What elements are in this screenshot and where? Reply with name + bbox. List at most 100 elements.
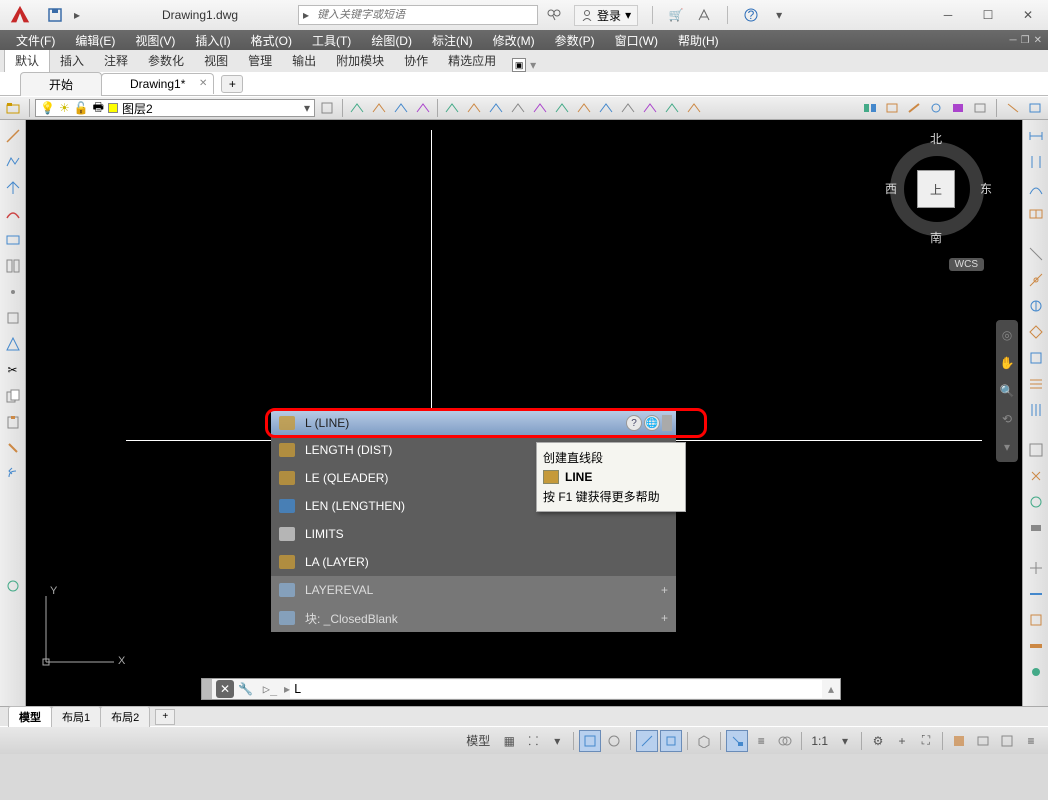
osnap-icon[interactable]: [636, 730, 658, 752]
ribbon-expand-icon[interactable]: ▣: [512, 58, 526, 72]
ribbon-tab-collab[interactable]: 协作: [394, 49, 438, 72]
toolbar-icon[interactable]: [1026, 99, 1044, 117]
draw-tool-icon[interactable]: [3, 282, 23, 302]
modify-tool-icon[interactable]: [1026, 558, 1046, 578]
mdi-restore-icon[interactable]: ❐: [1021, 35, 1030, 46]
modify-tool-icon[interactable]: [1026, 374, 1046, 394]
drawing-canvas[interactable]: 上 北 南 东 西 WCS ◎ ✋ 🔍 ⟲ ▾ L (LINE) ? 🌐: [26, 120, 1022, 706]
menu-format[interactable]: 格式(O): [241, 32, 302, 49]
layer-tool-icon[interactable]: [685, 99, 703, 117]
layer-tool-icon[interactable]: [465, 99, 483, 117]
draw-tool-icon[interactable]: [3, 334, 23, 354]
globe-icon[interactable]: 🌐: [644, 415, 660, 431]
layer-tool-icon[interactable]: [392, 99, 410, 117]
layer-tool-icon[interactable]: [414, 99, 432, 117]
3dosnap-icon[interactable]: [693, 730, 715, 752]
toolbar-icon[interactable]: [949, 99, 967, 117]
ribbon-tab-parametric[interactable]: 参数化: [138, 49, 194, 72]
undo-icon[interactable]: [3, 464, 23, 484]
expand-icon[interactable]: +: [661, 611, 668, 625]
viewcube-top[interactable]: 上: [917, 170, 955, 208]
menu-param[interactable]: 参数(P): [545, 32, 605, 49]
save-icon[interactable]: [46, 6, 64, 24]
modify-tool-icon[interactable]: [1026, 440, 1046, 460]
modify-tool-icon[interactable]: [1026, 610, 1046, 630]
nav-zoom-icon[interactable]: 🔍: [998, 382, 1016, 400]
command-input[interactable]: [290, 680, 822, 698]
layer-tool-icon[interactable]: [553, 99, 571, 117]
snap-icon[interactable]: ⸬: [522, 730, 544, 752]
mdi-minimize-icon[interactable]: ─: [1010, 35, 1017, 46]
layer-tool-icon[interactable]: [575, 99, 593, 117]
help-icon[interactable]: ?: [742, 6, 760, 24]
modify-tool-icon[interactable]: [1026, 400, 1046, 420]
draw-circle-icon[interactable]: [3, 178, 23, 198]
ribbon-tab-view[interactable]: 视图: [194, 49, 238, 72]
polar-icon[interactable]: [603, 730, 625, 752]
settings-icon[interactable]: 🔧: [238, 682, 256, 696]
toolbar-icon[interactable]: [971, 99, 989, 117]
search-box[interactable]: ▸: [298, 5, 538, 25]
modify-tool-icon[interactable]: [1026, 296, 1046, 316]
ribbon-tab-insert[interactable]: 插入: [50, 49, 94, 72]
search-input[interactable]: [313, 9, 537, 21]
hardware-icon[interactable]: [972, 730, 994, 752]
copy-icon[interactable]: [3, 386, 23, 406]
match-icon[interactable]: [3, 438, 23, 458]
annotation-scale[interactable]: 1:1: [807, 734, 832, 748]
draw-line-icon[interactable]: [3, 126, 23, 146]
menu-insert[interactable]: 插入(I): [185, 32, 240, 49]
menu-modify[interactable]: 修改(M): [483, 32, 545, 49]
layer-tool-icon[interactable]: [619, 99, 637, 117]
autocomplete-group[interactable]: LAYEREVAL+: [271, 576, 676, 604]
ribbon-tab-addins[interactable]: 附加模块: [326, 49, 394, 72]
layer-tool-icon[interactable]: [487, 99, 505, 117]
ribbon-tab-output[interactable]: 输出: [282, 49, 326, 72]
menu-edit[interactable]: 编辑(E): [65, 32, 125, 49]
autocomplete-group[interactable]: 块: _ClosedBlank+: [271, 604, 676, 632]
tool-icon[interactable]: [3, 576, 23, 596]
ribbon-dropdown-icon[interactable]: ▾: [530, 58, 536, 72]
layer-tool-icon[interactable]: [663, 99, 681, 117]
ortho-icon[interactable]: [579, 730, 601, 752]
menu-tools[interactable]: 工具(T): [302, 32, 361, 49]
history-dropdown-icon[interactable]: ▴: [822, 682, 840, 696]
layout-tab-layout1[interactable]: 布局1: [51, 706, 101, 727]
menu-view[interactable]: 视图(V): [125, 32, 185, 49]
draw-polyline-icon[interactable]: [3, 152, 23, 172]
modify-tool-icon[interactable]: [1026, 270, 1046, 290]
autocomplete-item[interactable]: LIMITS: [271, 520, 676, 548]
grid-icon[interactable]: ▦: [498, 730, 520, 752]
modify-tool-icon[interactable]: [1026, 322, 1046, 342]
resize-grip-icon[interactable]: [662, 415, 672, 431]
layer-match-icon[interactable]: [317, 98, 337, 118]
ribbon-tab-featured[interactable]: 精选应用: [438, 49, 506, 72]
status-plus-icon[interactable]: +: [891, 730, 913, 752]
modify-tool-icon[interactable]: [1026, 244, 1046, 264]
menu-draw[interactable]: 绘图(D): [361, 32, 422, 49]
layer-tool-icon[interactable]: [509, 99, 527, 117]
draw-tool-icon[interactable]: [3, 256, 23, 276]
layer-tool-icon[interactable]: [348, 99, 366, 117]
maximize-button[interactable]: ☐: [968, 4, 1008, 26]
layout-tab-model[interactable]: 模型: [8, 706, 52, 727]
nav-orbit-icon[interactable]: ⟲: [998, 410, 1016, 428]
modify-tool-icon[interactable]: [1026, 126, 1046, 146]
modify-tool-icon[interactable]: [1026, 662, 1046, 682]
ribbon-tab-default[interactable]: 默认: [4, 48, 50, 72]
lineweight-icon[interactable]: ≡: [750, 730, 772, 752]
toolbar-icon[interactable]: [905, 99, 923, 117]
draw-rect-icon[interactable]: [3, 230, 23, 250]
otrack-icon[interactable]: [660, 730, 682, 752]
layout-add-button[interactable]: +: [155, 709, 175, 725]
nav-pan-icon[interactable]: ✋: [998, 354, 1016, 372]
toolbar-icon[interactable]: [1004, 99, 1022, 117]
modify-tool-icon[interactable]: [1026, 584, 1046, 604]
layer-dropdown[interactable]: 💡 ☀ 🔓 🖶 图层2 ▾: [35, 99, 315, 117]
layer-tool-icon[interactable]: [443, 99, 461, 117]
layer-tool-icon[interactable]: [597, 99, 615, 117]
viewcube[interactable]: 上 北 南 东 西: [882, 134, 992, 244]
paste-icon[interactable]: [3, 412, 23, 432]
help-dropdown-icon[interactable]: ▾: [770, 6, 788, 24]
status-icon[interactable]: ⛶: [915, 730, 937, 752]
